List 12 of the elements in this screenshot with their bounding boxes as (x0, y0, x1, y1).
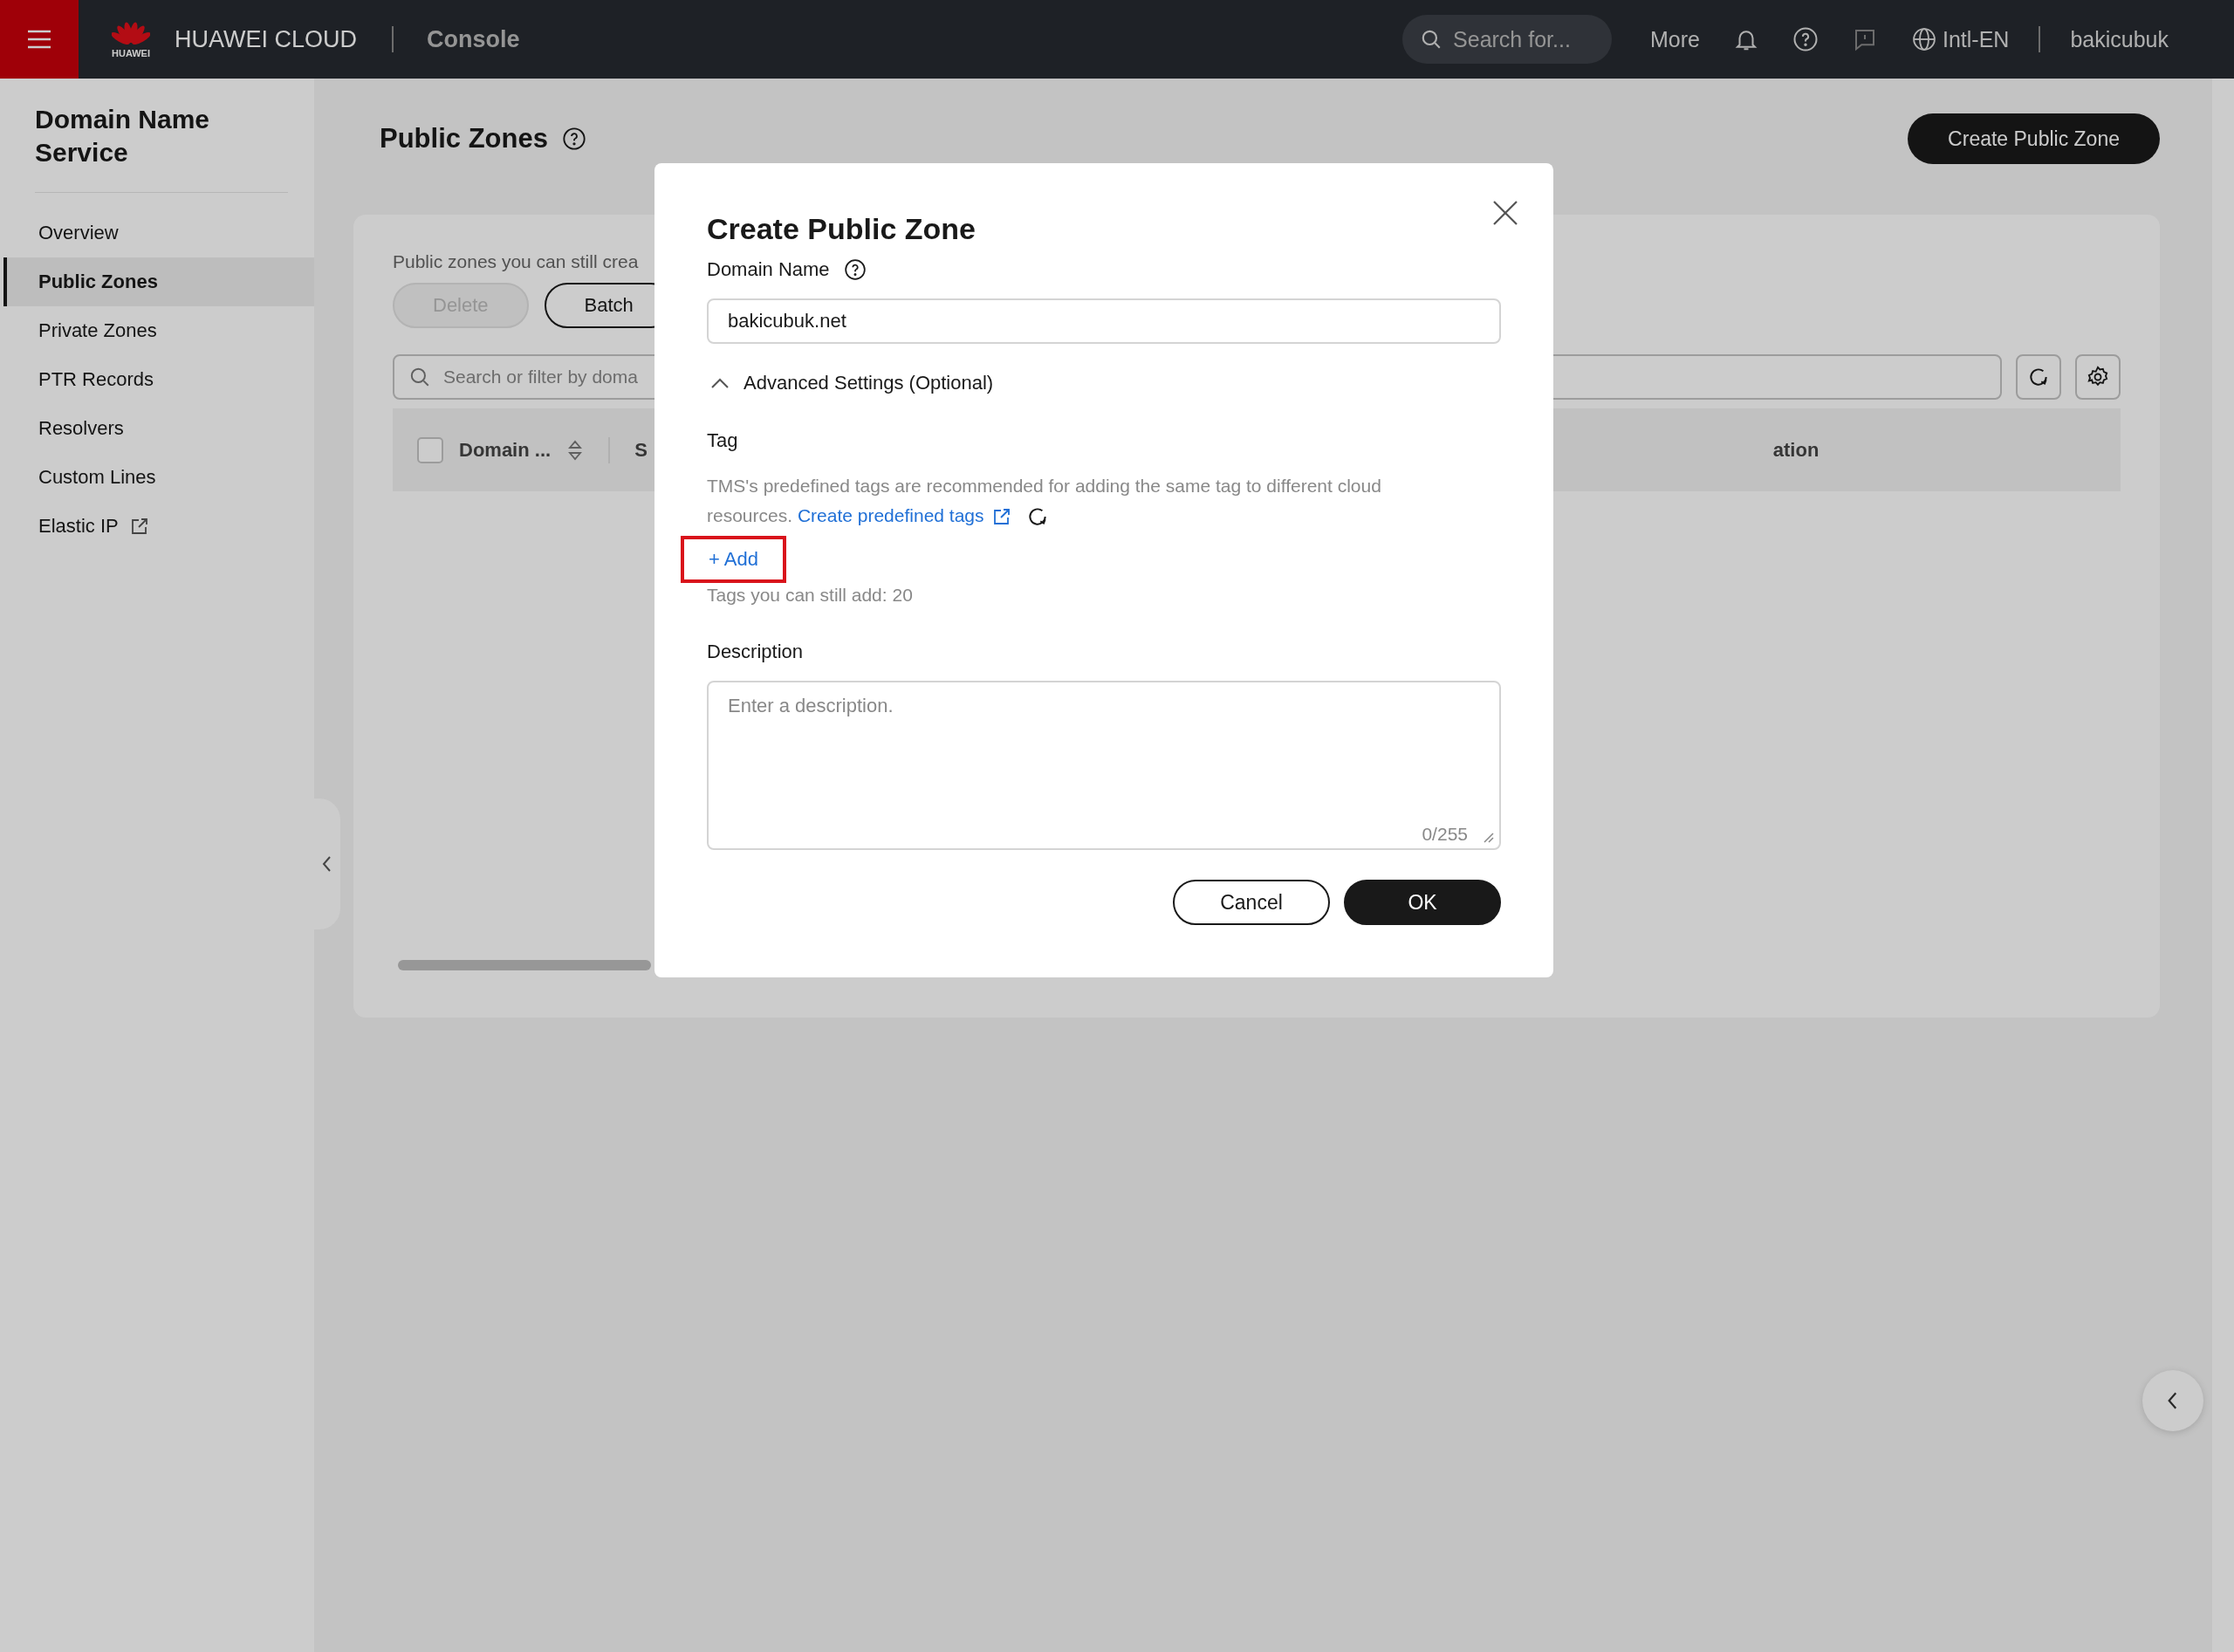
description-label: Description (707, 641, 804, 662)
tag-quota: Tags you can still add: 20 (707, 585, 914, 606)
quota-text: Public zones you can still crea (393, 251, 639, 272)
character-counter: 0/255 (1422, 824, 1468, 845)
logo-caption: HUAWEI (112, 48, 150, 58)
service-title: Domain Name Service (34, 104, 211, 168)
dialog-title: Create Public Zone (707, 212, 977, 246)
brand-name: HUAWEI CLOUD (175, 25, 357, 53)
field-label: Domain Name (707, 258, 830, 281)
tag-hint: TMS's predefined tags are recommended for adding the same tag to different cloud resources. Create predefined tags (707, 471, 1449, 531)
page-title: Public Zones (380, 123, 548, 154)
tag-label: Tag (707, 429, 738, 451)
